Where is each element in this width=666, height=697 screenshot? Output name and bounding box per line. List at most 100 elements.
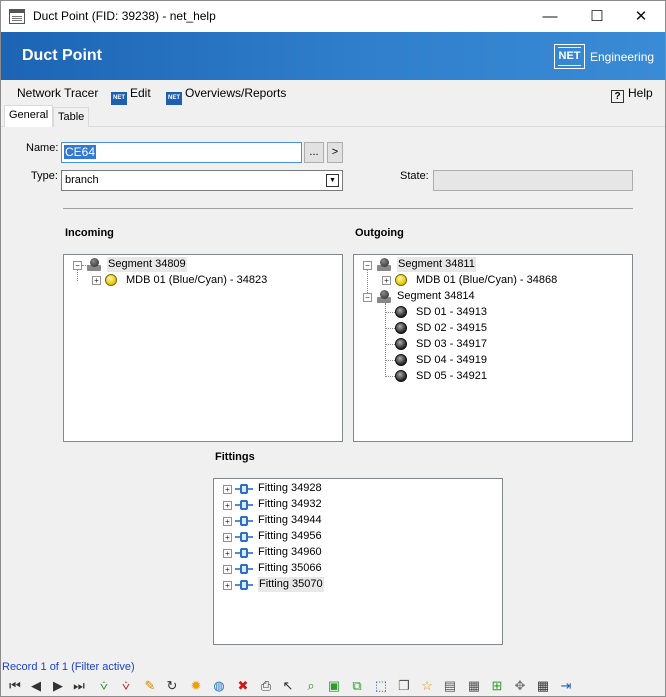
network-icon[interactable]: ✥ <box>512 678 528 694</box>
incoming-title: Incoming <box>65 227 114 239</box>
document-chart-icon[interactable]: ▦ <box>466 678 482 694</box>
net-badge-icon: NET <box>166 92 182 105</box>
expand-toggle[interactable]: + <box>223 581 232 590</box>
menu-overviews-reports[interactable]: NET Overviews/Reports <box>166 86 286 105</box>
cable-icon <box>395 274 407 286</box>
chevron-down-icon: ▼ <box>326 174 339 187</box>
tab-general[interactable]: General <box>4 105 54 127</box>
net-logo: NET <box>554 44 585 69</box>
banner-title: Duct Point <box>22 47 102 64</box>
edit-pencil-icon[interactable]: ✎ <box>142 678 158 694</box>
state-label: State: <box>400 170 429 182</box>
go-button[interactable]: > <box>327 142 343 163</box>
tab-strip: General Table <box>1 105 665 127</box>
fitting-label: Fitting 35066 <box>258 562 322 574</box>
subduct-icon <box>395 354 407 366</box>
name-label: Name: <box>26 142 59 154</box>
new-document-icon[interactable]: ☆ <box>419 678 435 694</box>
expand-toggle[interactable]: + <box>223 485 232 494</box>
zoom-to-icon[interactable]: ⌕ <box>303 678 319 694</box>
delete-icon[interactable]: ✖ <box>235 678 251 694</box>
help-icon: ? <box>611 90 624 103</box>
record-status: Record 1 of 1 (Filter active) <box>2 661 135 673</box>
next-record-icon[interactable]: ▶ <box>50 678 66 694</box>
close-button[interactable]: ✕ <box>618 1 664 32</box>
fitting-icon <box>235 499 253 511</box>
remove-filter-icon[interactable]: ⩒ <box>118 678 134 694</box>
menu-edit-label: Edit <box>130 86 151 100</box>
fitting-icon <box>235 483 253 495</box>
previous-record-icon[interactable]: ◀ <box>28 678 44 694</box>
segment-icon <box>377 258 391 271</box>
fittings-title: Fittings <box>215 451 255 463</box>
incoming-tree[interactable]: − Segment 34809 + MDB 01 (Blue/Cyan) - 3… <box>63 254 343 442</box>
highlight-icon[interactable]: ✹ <box>188 678 204 694</box>
subduct-label: SD 04 - 34919 <box>416 354 487 366</box>
print-icon[interactable]: ⎙ <box>258 678 274 694</box>
add-document-icon[interactable]: ⊞ <box>489 678 505 694</box>
bottom-toolbar: ⏮ ◀ ▶ ⏭ ⩒ ⩒ ✎ ↻ ✹ ◍ ✖ ⎙ ↖ ⌕ ▣ ⧉ ⬚ ❐ ☆ ▤ ▦ ⊞ ✥ ▦ ⇥ <box>1 675 665 696</box>
globe-icon[interactable]: ◍ <box>211 678 227 694</box>
segment-label: Segment 34809 <box>107 257 187 272</box>
maximize-button[interactable]: ☐ <box>574 1 620 32</box>
subduct-label: SD 02 - 34915 <box>416 322 487 334</box>
form-window-icon <box>9 9 25 24</box>
outgoing-title: Outgoing <box>355 227 404 239</box>
type-dropdown[interactable]: branch ▼ <box>61 170 343 191</box>
menu-help[interactable]: ? Help <box>611 86 653 103</box>
segment-icon <box>87 258 101 271</box>
duplicate-icon[interactable]: ❐ <box>396 678 412 694</box>
menu-edit[interactable]: NET Edit <box>111 86 151 105</box>
duct-point-window: Duct Point (FID: 39238) - net_help — ☐ ✕… <box>0 0 666 697</box>
type-value: branch <box>65 174 99 186</box>
minimize-button[interactable]: — <box>527 1 573 32</box>
outgoing-tree[interactable]: − Segment 34811 + MDB 01 (Blue/Cyan) - 3… <box>353 254 633 442</box>
fitting-label: Fitting 34932 <box>258 498 322 510</box>
collapse-toggle[interactable]: − <box>363 293 372 302</box>
copy-layer-icon[interactable]: ⧉ <box>349 678 365 694</box>
fitting-icon <box>235 579 253 591</box>
select-icon[interactable]: ↖ <box>280 678 296 694</box>
exit-icon[interactable]: ⇥ <box>558 678 574 694</box>
fitting-label: Fitting 35070 <box>258 577 324 592</box>
name-value: CE64 <box>64 145 97 159</box>
section-divider <box>63 208 633 209</box>
select-frame-icon[interactable]: ⬚ <box>373 678 389 694</box>
fitting-label: Fitting 34928 <box>258 482 322 494</box>
add-filter-icon[interactable]: ⩒ <box>96 678 112 694</box>
fittings-tree[interactable]: + Fitting 34928 + Fitting 34932 + Fittin… <box>213 478 503 645</box>
subduct-label: SD 01 - 34913 <box>416 306 487 318</box>
expand-toggle[interactable]: + <box>223 549 232 558</box>
expand-toggle[interactable]: + <box>223 501 232 510</box>
title-bar: Duct Point (FID: 39238) - net_help — ☐ ✕ <box>1 1 665 32</box>
brand-engineering: Engineering <box>590 50 655 64</box>
last-record-icon[interactable]: ⏭ <box>71 678 87 694</box>
collapse-toggle[interactable]: − <box>363 261 372 270</box>
subduct-icon <box>395 370 407 382</box>
fitting-icon <box>235 531 253 543</box>
expand-toggle[interactable]: + <box>223 533 232 542</box>
expand-toggle[interactable]: + <box>223 565 232 574</box>
name-field[interactable]: CE64 <box>61 142 302 163</box>
window-title: Duct Point (FID: 39238) - net_help <box>33 9 216 23</box>
cable-icon <box>105 274 117 286</box>
tab-table[interactable]: Table <box>53 107 90 127</box>
expand-toggle[interactable]: + <box>382 276 391 285</box>
segment-label: Segment 34814 <box>397 290 475 302</box>
layer-green-icon[interactable]: ▣ <box>326 678 342 694</box>
document-image-icon[interactable]: ▤ <box>442 678 458 694</box>
expand-toggle[interactable]: + <box>223 517 232 526</box>
cable-label: MDB 01 (Blue/Cyan) - 34823 <box>126 274 268 286</box>
refresh-icon[interactable]: ↻ <box>164 678 180 694</box>
table-icon[interactable]: ▦ <box>535 678 551 694</box>
fitting-icon <box>235 515 253 527</box>
first-record-icon[interactable]: ⏮ <box>7 678 23 694</box>
browse-button[interactable]: ... <box>304 142 324 163</box>
subduct-icon <box>395 338 407 350</box>
menu-help-label: Help <box>628 86 653 100</box>
header-banner: Duct Point NET Engineering <box>1 32 665 80</box>
menu-network-tracer[interactable]: Network Tracer <box>17 86 98 100</box>
fitting-label: Fitting 34944 <box>258 514 322 526</box>
collapse-toggle[interactable]: − <box>73 261 82 270</box>
expand-toggle[interactable]: + <box>92 276 101 285</box>
